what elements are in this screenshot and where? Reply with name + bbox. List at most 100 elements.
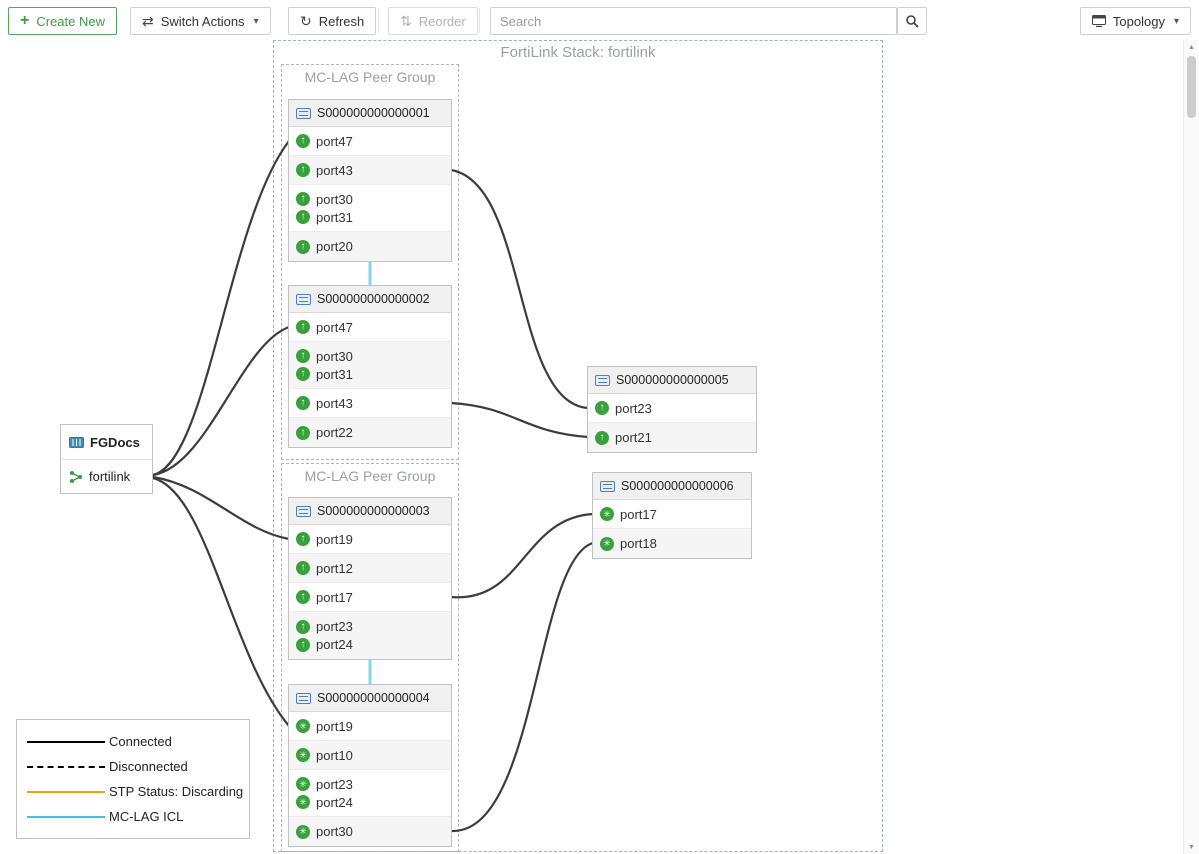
port-row-lag[interactable]: ↑port30 ↑port31	[289, 342, 451, 389]
port-up-icon: ↑	[296, 240, 310, 254]
port-row[interactable]: ✳ port19	[289, 712, 451, 741]
port-label: port47	[316, 320, 353, 335]
legend-label: Disconnected	[109, 759, 188, 774]
port-row[interactable]: ✳ port18	[593, 529, 751, 558]
port-row[interactable]: ↑ port43	[289, 156, 451, 185]
port-label: port30	[316, 192, 353, 207]
switch-name: S000000000000002	[317, 292, 430, 306]
scroll-up-arrow-icon[interactable]: ▲	[1184, 40, 1199, 54]
fortilink-stack-title: FortiLink Stack: fortilink	[273, 44, 883, 61]
port-label: port10	[316, 748, 353, 763]
port-up-icon: ↑	[296, 210, 310, 224]
fortilink-icon	[69, 470, 83, 484]
port-lag-icon: ✳	[296, 748, 310, 762]
search-input[interactable]	[490, 7, 897, 35]
switch-box-1: S000000000000001 ↑ port47 ↑ port43 ↑ port…	[288, 99, 452, 262]
legend-label: Connected	[109, 734, 172, 749]
port-lag-icon: ✳	[296, 719, 310, 733]
port-label: port19	[316, 532, 353, 547]
port-row[interactable]: ↑ port19	[289, 525, 451, 554]
toolbar-separator	[479, 8, 480, 33]
port-up-icon: ↑	[296, 426, 310, 440]
port-label: port47	[316, 134, 353, 149]
switch-box-6: S000000000000006 ✳ port17 ✳ port18	[592, 472, 752, 559]
port-up-icon: ↑	[296, 134, 310, 148]
port-row[interactable]: ↑ port21	[588, 423, 756, 452]
reorder-button[interactable]: ⇅ Reorder	[388, 7, 478, 35]
port-row[interactable]: ↑ port22	[289, 418, 451, 447]
legend-label: MC-LAG ICL	[109, 809, 183, 824]
port-row[interactable]: ✳ port30	[289, 817, 451, 846]
port-up-icon: ↑	[296, 367, 310, 381]
scrollbar-thumb[interactable]	[1187, 56, 1196, 118]
switch-actions-button[interactable]: ⇄ Switch Actions ▾	[130, 7, 271, 35]
create-new-button[interactable]: + Create New	[8, 7, 117, 35]
port-label: port23	[615, 401, 652, 416]
switch-6-header[interactable]: S000000000000006	[593, 473, 751, 500]
port-label: port18	[620, 536, 657, 551]
search-button[interactable]	[897, 7, 927, 35]
switch-1-header[interactable]: S000000000000001	[289, 100, 451, 127]
wire-fortilink-switch1	[153, 141, 289, 475]
toolbar: + Create New ⇄ Switch Actions ▾ ↻ Refres…	[0, 0, 1199, 40]
port-row[interactable]: ↑ port23	[588, 394, 756, 423]
switch-icon	[296, 693, 311, 704]
port-row[interactable]: ↑ port12	[289, 554, 451, 583]
switch-icon	[600, 481, 615, 492]
port-up-icon: ↑	[595, 431, 609, 445]
port-row[interactable]: ✳ port10	[289, 741, 451, 770]
wire-fortilink-switch4	[153, 478, 289, 726]
legend-item-connected: Connected	[27, 729, 239, 754]
port-label: port17	[620, 507, 657, 522]
chevron-down-icon: ▾	[1174, 16, 1179, 27]
switch-box-5: S000000000000005 ↑ port23 ↑ port21	[587, 366, 757, 453]
switch-actions-icon: ⇄	[142, 14, 154, 28]
port-row[interactable]: ↑ port20	[289, 232, 451, 261]
reorder-icon: ⇅	[400, 14, 412, 28]
port-label: port31	[316, 367, 353, 382]
legend-item-disconnected: Disconnected	[27, 754, 239, 779]
switch-icon	[296, 108, 311, 119]
legend-item-stp-discarding: STP Status: Discarding	[27, 779, 239, 804]
port-row-lag[interactable]: ↑port30 ↑port31	[289, 185, 451, 232]
switch-icon	[296, 506, 311, 517]
port-up-icon: ↑	[296, 163, 310, 177]
refresh-label: Refresh	[319, 14, 365, 29]
topology-dropdown-button[interactable]: Topology ▾	[1080, 7, 1191, 35]
port-up-icon: ↑	[296, 590, 310, 604]
port-label: port17	[316, 590, 353, 605]
switch-4-header[interactable]: S000000000000004	[289, 685, 451, 712]
switch-actions-label: Switch Actions	[161, 14, 245, 29]
port-lag-icon: ✳	[296, 795, 310, 809]
vertical-scrollbar[interactable]: ▲ ▼	[1183, 40, 1199, 854]
fortilink-row[interactable]: fortilink	[61, 459, 152, 493]
legend-label: STP Status: Discarding	[109, 784, 243, 799]
port-row[interactable]: ↑ port47	[289, 313, 451, 342]
wire-fortilink-switch2	[153, 327, 289, 475]
switch-2-header[interactable]: S000000000000002	[289, 286, 451, 313]
create-new-label: Create New	[36, 14, 105, 29]
scroll-down-arrow-icon[interactable]: ▼	[1184, 840, 1199, 854]
fortigate-row[interactable]: FGDocs	[61, 425, 152, 459]
port-label: port12	[316, 561, 353, 576]
refresh-button[interactable]: ↻ Refresh	[288, 7, 376, 35]
port-row[interactable]: ✳ port17	[593, 500, 751, 529]
plus-icon: +	[20, 13, 29, 29]
port-label: port30	[316, 349, 353, 364]
port-row-lag[interactable]: ↑port23 ↑port24	[289, 612, 451, 659]
port-row-lag[interactable]: ✳port23 ✳port24	[289, 770, 451, 817]
port-row[interactable]: ↑ port43	[289, 389, 451, 418]
port-row[interactable]: ↑ port47	[289, 127, 451, 156]
switch-3-header[interactable]: S000000000000003	[289, 498, 451, 525]
port-label: port31	[316, 210, 353, 225]
fortigate-box: FGDocs fortilink	[60, 424, 153, 494]
port-up-icon: ↑	[296, 561, 310, 575]
legend-line-stp-discarding	[27, 791, 105, 793]
switch-5-header[interactable]: S000000000000005	[588, 367, 756, 394]
port-label: port23	[316, 777, 353, 792]
port-label: port19	[316, 719, 353, 734]
switch-name: S000000000000006	[621, 479, 734, 493]
port-row[interactable]: ↑ port17	[289, 583, 451, 612]
port-label: port30	[316, 824, 353, 839]
switch-name: S000000000000003	[317, 504, 430, 518]
